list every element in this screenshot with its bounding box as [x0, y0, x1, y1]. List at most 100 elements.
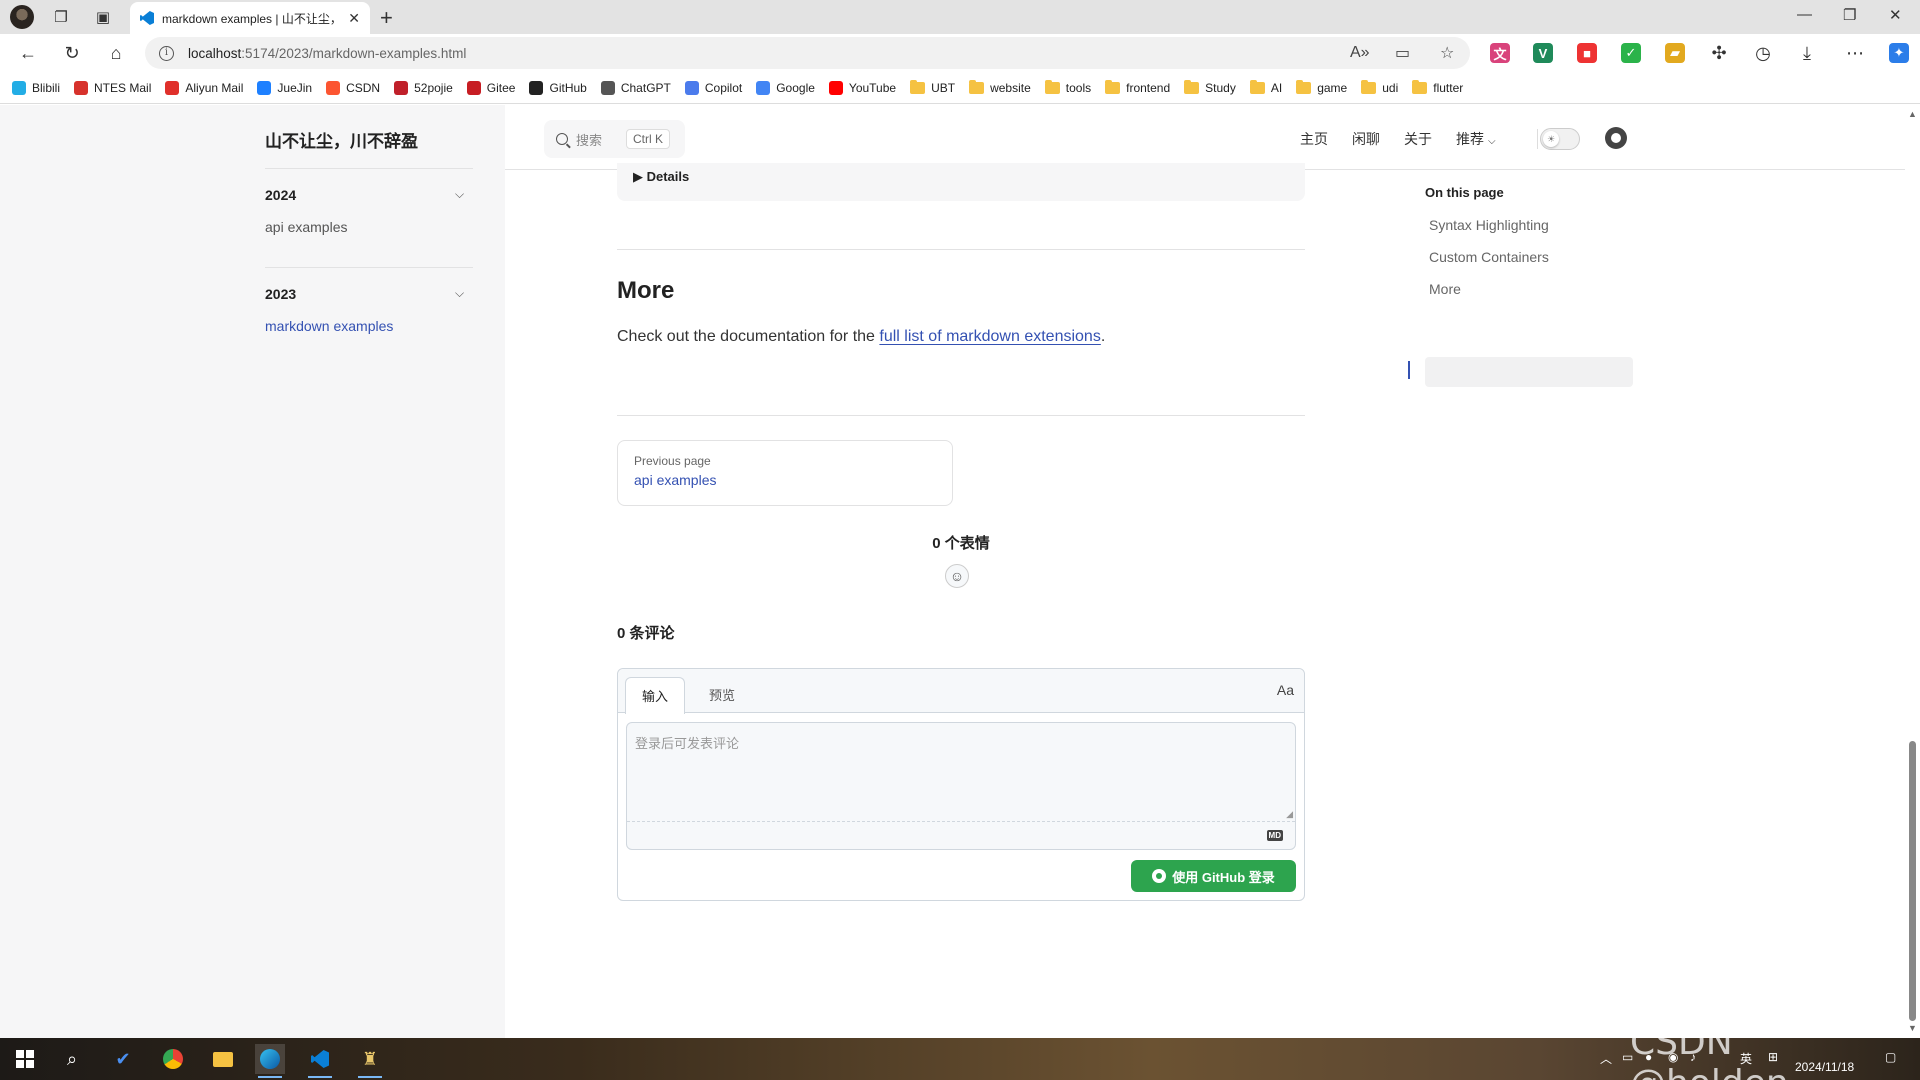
close-tab-icon[interactable]: ✕ — [348, 10, 360, 27]
bookmark-google[interactable]: Google — [756, 80, 815, 95]
nav-home[interactable]: 主页 — [1300, 129, 1328, 149]
address-bar[interactable]: i localhost:5174/2023/markdown-examples.… — [145, 37, 1470, 69]
font-toggle-button[interactable]: Aa — [1277, 682, 1294, 698]
details-block[interactable]: ▶ Details — [617, 163, 1305, 201]
bookmark-gitee[interactable]: Gitee — [466, 80, 515, 95]
bookmark-youtube[interactable]: YouTube — [828, 80, 896, 95]
search-button[interactable]: 搜索 Ctrl K — [544, 120, 685, 158]
bookmark-juejin[interactable]: JueJin — [257, 80, 312, 95]
favorite-star-icon[interactable]: ☆ — [1440, 37, 1454, 69]
comments-count: 0 条评论 — [617, 625, 675, 642]
toc-item-syntax-highlighting[interactable]: Syntax Highlighting — [1429, 217, 1549, 233]
toc-item-custom-containers[interactable]: Custom Containers — [1429, 249, 1549, 265]
site-info-icon[interactable]: i — [159, 45, 174, 61]
nav-recommend[interactable]: 推荐 ⌵ — [1456, 129, 1496, 149]
tab-actions-icon[interactable]: ▣ — [92, 6, 114, 28]
top-navbar: 搜索 Ctrl K 主页 闲聊 关于 推荐 ⌵ ☀ — [505, 105, 1905, 170]
history-icon[interactable]: ◷ — [1751, 41, 1775, 65]
extension-translate-icon[interactable]: 文 — [1490, 43, 1510, 63]
tray-chevron-icon[interactable]: ︿ — [1600, 1050, 1612, 1067]
search-icon — [556, 133, 568, 145]
csdn-icon — [326, 80, 341, 95]
site-title[interactable]: 山不让尘，川不辞盈 — [265, 127, 418, 152]
tab-write[interactable]: 输入 — [625, 677, 686, 714]
extension-vue-icon[interactable]: V — [1533, 43, 1553, 63]
nav-chat[interactable]: 闲聊 — [1352, 129, 1380, 149]
footer-divider — [617, 415, 1305, 416]
todo-app-icon[interactable]: ✔ — [108, 1044, 138, 1074]
nav-divider — [1537, 129, 1538, 149]
github-link-icon[interactable] — [1605, 127, 1627, 149]
bookmark-ubt[interactable]: UBT — [910, 79, 956, 95]
workspaces-icon[interactable]: ❐ — [50, 6, 72, 28]
chrome-icon[interactable] — [158, 1044, 188, 1074]
minimize-icon[interactable]: — — [1797, 6, 1812, 23]
new-tab-icon[interactable]: + — [380, 5, 393, 31]
folder-icon — [1361, 79, 1377, 94]
bookmark-study[interactable]: Study — [1184, 79, 1236, 95]
app-installer-icon[interactable]: ♜ — [355, 1044, 385, 1078]
scroll-thumb[interactable] — [1909, 741, 1916, 1021]
window-close-icon[interactable]: ✕ — [1889, 6, 1902, 24]
file-explorer-icon[interactable] — [208, 1044, 238, 1074]
bookmark-52pojie[interactable]: 52pojie — [394, 80, 453, 95]
bookmark-github[interactable]: GitHub — [529, 80, 587, 95]
bookmark-ai[interactable]: AI — [1249, 79, 1282, 95]
nav-about[interactable]: 关于 — [1404, 129, 1432, 149]
back-icon[interactable]: ← — [16, 41, 40, 65]
bookmark-csdn[interactable]: CSDN — [326, 80, 380, 95]
vscode-icon[interactable] — [305, 1044, 335, 1078]
extension-folder-icon[interactable]: ▰ — [1665, 43, 1685, 63]
extension-shield-icon[interactable]: ✓ — [1621, 43, 1641, 63]
chevron-down-icon: ⌵ — [1488, 136, 1496, 147]
sidebar-group-2024[interactable]: 2024 — [265, 187, 296, 203]
add-reaction-icon[interactable]: ☺ — [945, 564, 969, 588]
refresh-icon[interactable]: ↻ — [60, 41, 84, 65]
home-icon[interactable]: ⌂ — [104, 41, 128, 65]
appearance-toggle[interactable]: ☀ — [1540, 128, 1580, 150]
immersive-reader-icon[interactable]: ▭ — [1395, 37, 1410, 69]
extensions-puzzle-icon[interactable]: ✣ — [1707, 41, 1731, 65]
sidebar-divider — [265, 267, 473, 268]
copilot-sidebar-icon[interactable]: ✦ — [1889, 43, 1909, 63]
read-aloud-icon[interactable]: A» — [1350, 37, 1370, 69]
folder-icon — [969, 79, 985, 94]
bookmark-tools[interactable]: tools — [1044, 79, 1091, 95]
tab-preview[interactable]: 预览 — [693, 677, 751, 714]
bookmark-chatgpt[interactable]: ChatGPT — [600, 80, 671, 95]
resize-grip-icon[interactable]: ◢ — [1286, 809, 1293, 820]
bookmark-flutter[interactable]: flutter — [1412, 79, 1463, 95]
scroll-up-icon[interactable]: ▲ — [1908, 109, 1917, 119]
chevron-down-icon[interactable]: ⌵ — [455, 187, 464, 202]
comment-textarea[interactable]: 登录后可发表评论 ◢ MD — [626, 722, 1296, 850]
ntes-mail-icon — [74, 80, 89, 95]
bookmark-website[interactable]: website — [969, 79, 1031, 95]
search-icon[interactable]: ⌕ — [57, 1044, 87, 1074]
restore-icon[interactable]: ❐ — [1843, 6, 1856, 24]
folder-icon — [1105, 79, 1121, 94]
bookmark-game[interactable]: game — [1296, 79, 1347, 95]
bookmark-copilot[interactable]: Copilot — [684, 80, 742, 95]
sidebar-item-api-examples[interactable]: api examples — [265, 219, 348, 235]
bookmark-udi[interactable]: udi — [1361, 79, 1398, 95]
bookmark-frontend[interactable]: frontend — [1105, 79, 1170, 95]
extension-red-icon[interactable]: ■ — [1577, 43, 1597, 63]
markdown-extensions-link[interactable]: full list of markdown extensions — [879, 328, 1100, 345]
chevron-down-icon[interactable]: ⌵ — [455, 286, 464, 301]
downloads-icon[interactable]: ⤓ — [1795, 41, 1819, 65]
github-login-button[interactable]: 使用 GitHub 登录 — [1131, 860, 1296, 892]
bookmark-aliyun-mail[interactable]: Aliyun Mail — [165, 80, 243, 95]
sidebar-group-2023[interactable]: 2023 — [265, 286, 296, 302]
windows-start-icon[interactable] — [10, 1044, 40, 1074]
edge-icon[interactable] — [255, 1044, 285, 1078]
browser-tab-active[interactable]: markdown examples | 山不让尘，川不辞盈 ✕ — [130, 2, 370, 34]
profile-avatar[interactable] — [10, 5, 34, 29]
page-scrollbar[interactable]: ▲ ▼ — [1905, 105, 1920, 1038]
bookmark-ntes-mail[interactable]: NTES Mail — [74, 80, 151, 95]
previous-page-link[interactable]: Previous page api examples — [617, 440, 953, 506]
bookmark-blibili[interactable]: Blibili — [12, 80, 60, 95]
bookmark-label: UBT — [931, 80, 956, 95]
more-menu-icon[interactable]: ⋯ — [1843, 41, 1867, 65]
toc-item-more[interactable]: More — [1429, 281, 1461, 297]
sidebar-item-markdown-examples[interactable]: markdown examples — [265, 318, 393, 334]
